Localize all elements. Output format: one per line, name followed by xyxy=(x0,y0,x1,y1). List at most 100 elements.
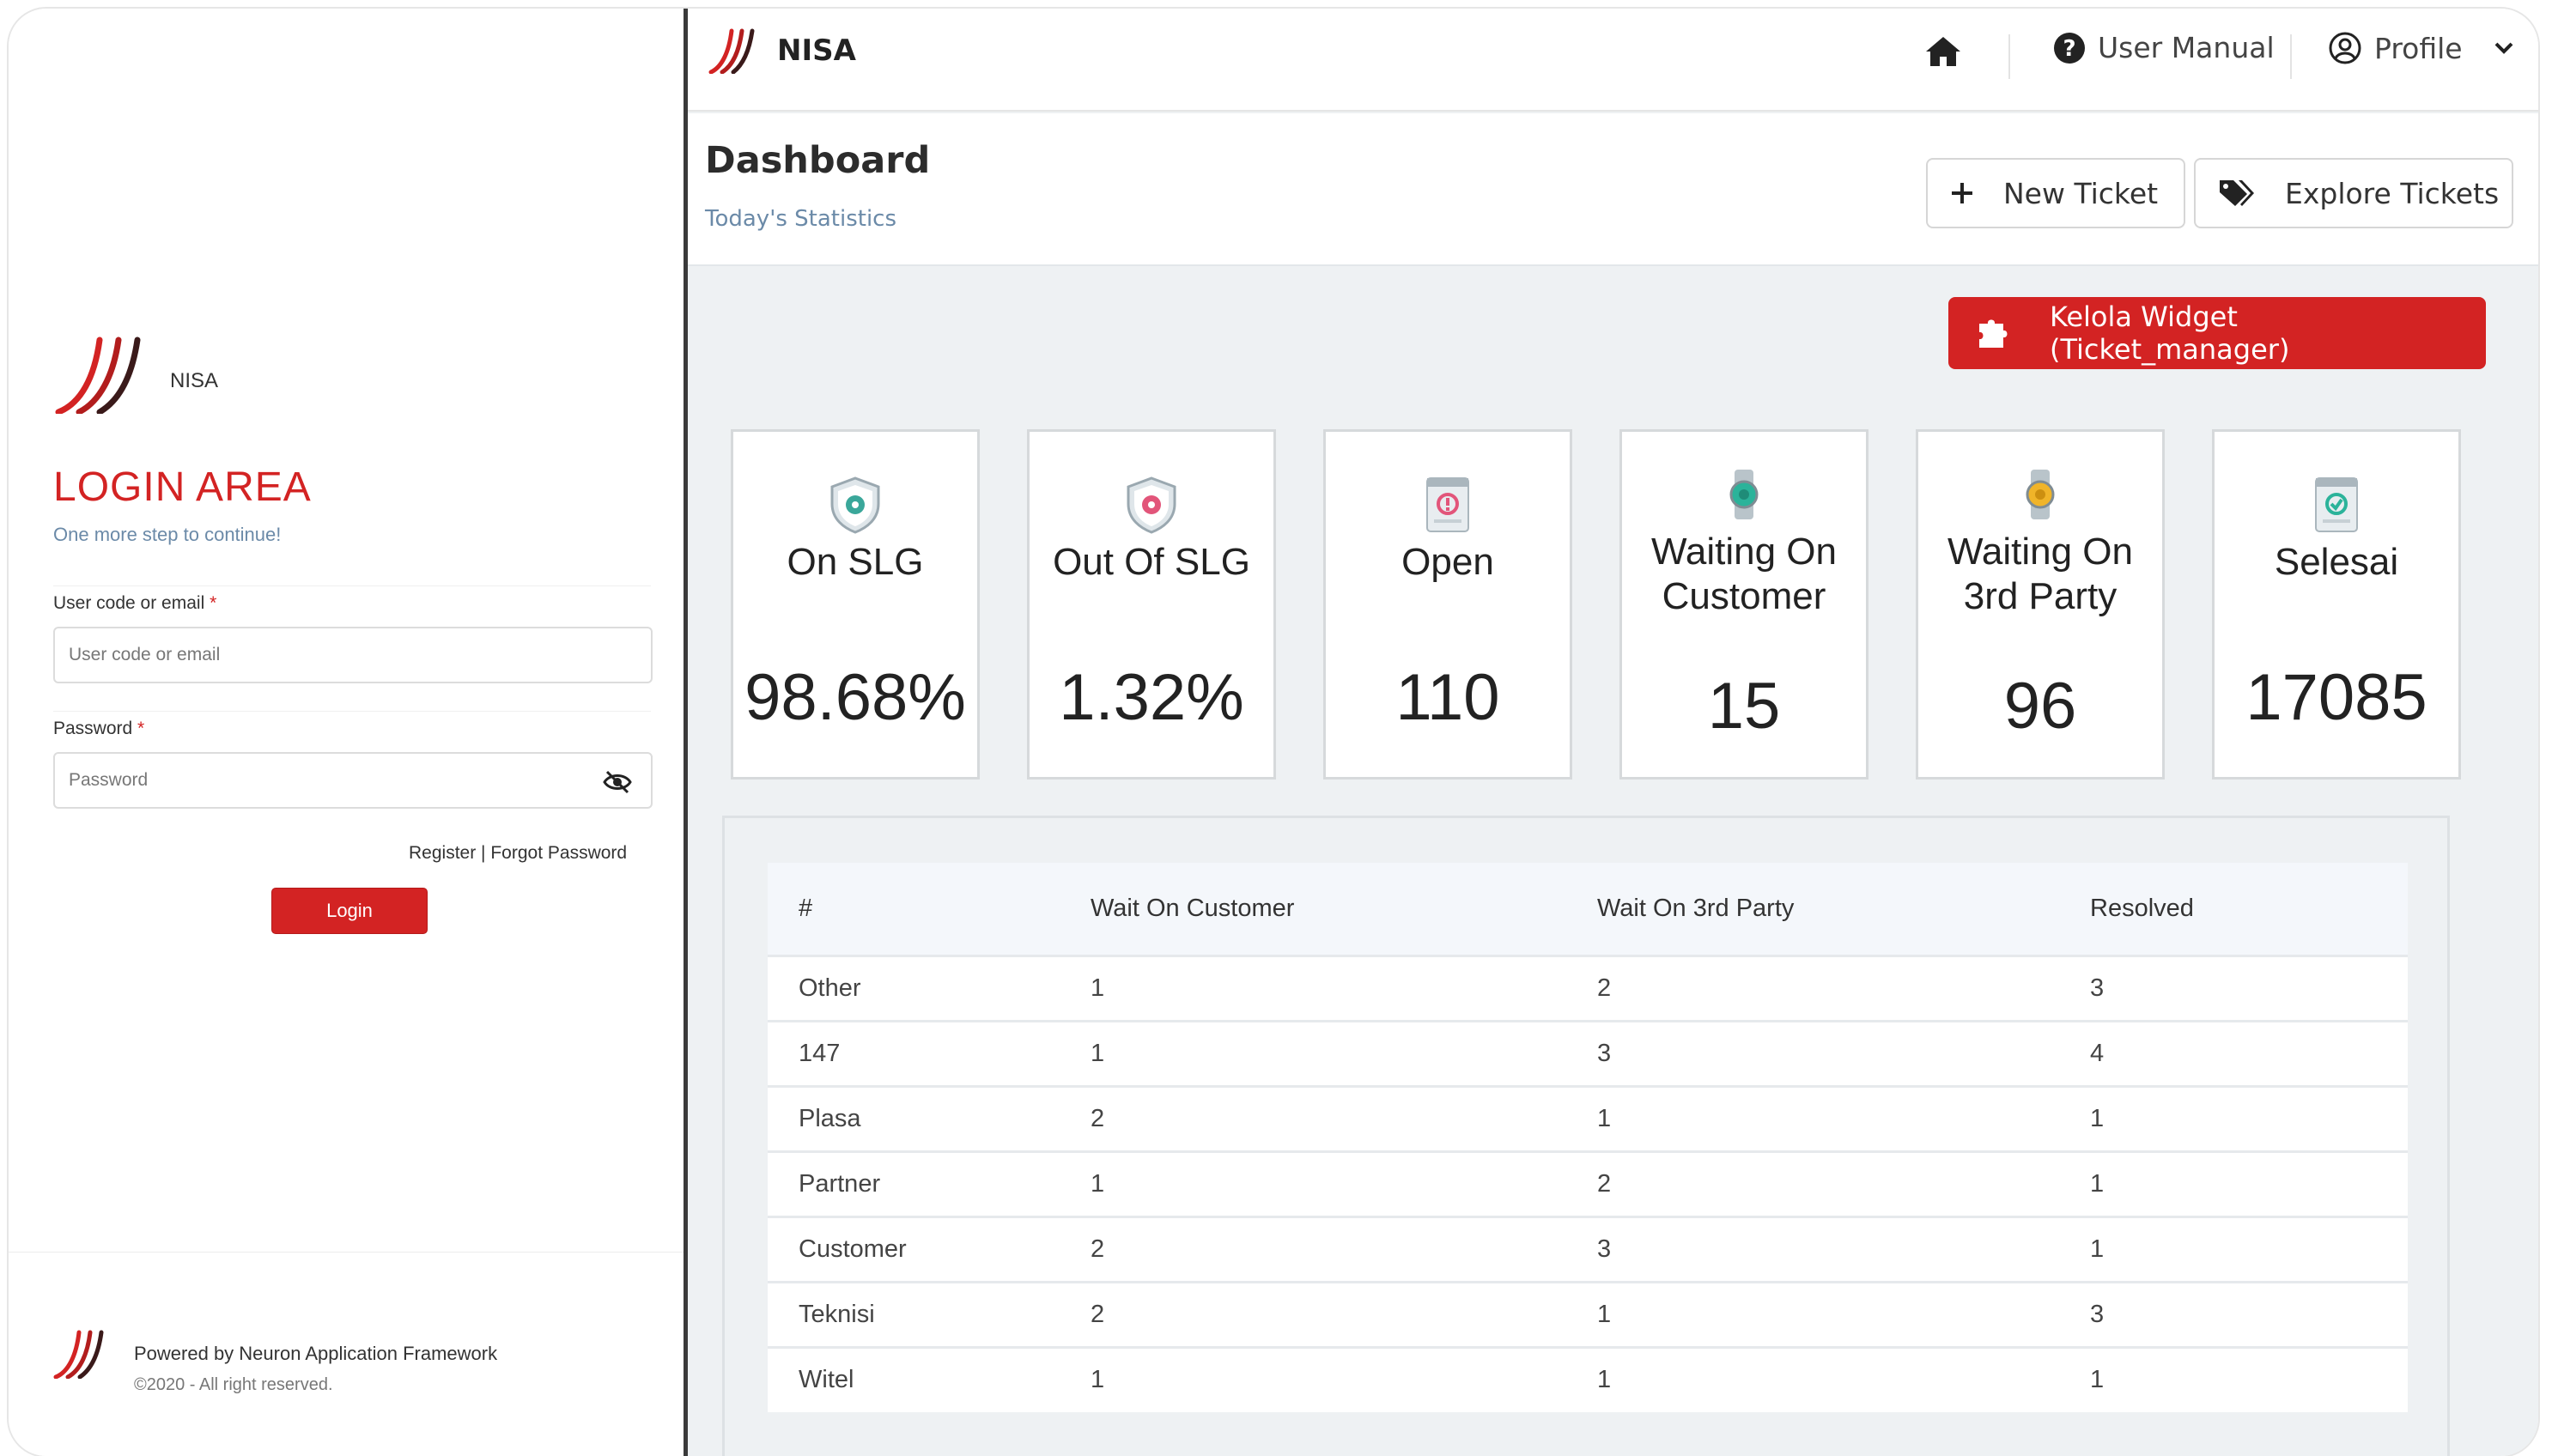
page-header: Dashboard Today's Statistics New Ticket … xyxy=(688,113,2538,266)
eye-slash-icon[interactable] xyxy=(603,769,632,795)
stat-value: 15 xyxy=(1707,670,1781,743)
user-label-text: User code or email xyxy=(53,593,205,613)
stat-label: Open xyxy=(1401,541,1494,583)
user-code-input[interactable] xyxy=(55,628,570,682)
window-frame: NISA LOGIN AREA One more step to continu… xyxy=(7,7,2540,1456)
user-manual-link[interactable]: ? User Manual xyxy=(2053,31,2275,64)
stat-card-out-of-slg[interactable]: Out Of SLG 1.32% xyxy=(1027,429,1276,780)
stat-card-open[interactable]: Open 110 xyxy=(1323,429,1572,780)
stat-value: 17085 xyxy=(2245,661,2427,734)
table-cell: 1 xyxy=(2090,1345,2408,1412)
login-brand: NISA xyxy=(55,335,218,414)
required-mark: * xyxy=(137,719,145,738)
copyright-text: ©2020 - All right reserved. xyxy=(134,1375,333,1394)
table-row[interactable]: Partner 1 2 1 xyxy=(768,1150,2408,1216)
stat-card-waiting-3rd-party[interactable]: Waiting On 3rd Party 96 xyxy=(1916,429,2165,780)
login-button[interactable]: Login xyxy=(271,888,428,934)
required-mark: * xyxy=(210,593,217,613)
table-cell: 1 xyxy=(1597,1280,2090,1347)
question-circle-icon: ? xyxy=(2054,32,2085,64)
home-icon[interactable] xyxy=(1924,34,1962,69)
stat-card-waiting-customer[interactable]: Waiting On Customer 15 xyxy=(1619,429,1868,780)
table-row[interactable]: Plasa 2 1 1 xyxy=(768,1084,2408,1151)
user-manual-label: User Manual xyxy=(2098,31,2275,64)
table-cell: 2 xyxy=(1091,1084,1597,1151)
ticket-alert-icon xyxy=(1426,477,1469,532)
password-field-label: Password * xyxy=(53,711,651,739)
table-cell: 147 xyxy=(768,1019,1091,1086)
stat-label: Waiting On 3rd Party xyxy=(1947,531,2133,617)
table-header-row: # Wait On Customer Wait On 3rd Party Res… xyxy=(768,863,2408,956)
plus-icon xyxy=(1952,183,1972,203)
stat-value: 110 xyxy=(1395,661,1500,734)
powered-by-text: Powered by Neuron Application Framework xyxy=(134,1343,498,1364)
topbar-separator xyxy=(2008,34,2010,79)
table-row[interactable]: Customer 2 3 1 xyxy=(768,1215,2408,1282)
column-header[interactable]: Wait On Customer xyxy=(1091,863,1597,956)
table-cell: Customer xyxy=(768,1215,1091,1282)
column-header[interactable]: # xyxy=(768,863,1091,956)
table-cell: 4 xyxy=(2090,1019,2408,1086)
login-panel: NISA LOGIN AREA One more step to continu… xyxy=(9,9,685,1456)
forgot-password-link[interactable]: Forgot Password xyxy=(490,843,627,863)
table-row[interactable]: Witel 1 1 1 xyxy=(768,1345,2408,1412)
table-cell: 1 xyxy=(1597,1084,2090,1151)
profile-label: Profile xyxy=(2374,31,2463,65)
password-field xyxy=(53,752,653,809)
table-cell: 1 xyxy=(2090,1150,2408,1216)
table-row[interactable]: 147 1 3 4 xyxy=(768,1019,2408,1086)
stat-value: 98.68% xyxy=(744,661,966,734)
table-cell: 1 xyxy=(1091,954,1597,1021)
watch-icon xyxy=(1729,470,1759,519)
nisa-logo-icon xyxy=(55,337,141,414)
table-cell: Other xyxy=(768,954,1091,1021)
column-header[interactable]: Wait On 3rd Party xyxy=(1597,863,2090,956)
table-cell: 1 xyxy=(1091,1150,1597,1216)
table-cell: 2 xyxy=(1091,1215,1597,1282)
user-field xyxy=(53,627,653,683)
link-separator: | xyxy=(481,843,486,863)
stat-card-selesai[interactable]: Selesai 17085 xyxy=(2212,429,2461,780)
page-title: Dashboard xyxy=(705,139,931,182)
table-cell: 1 xyxy=(2090,1084,2408,1151)
topbar-brand-name: NISA xyxy=(777,33,856,68)
explore-tickets-button[interactable]: Explore Tickets xyxy=(2194,158,2513,228)
password-input[interactable] xyxy=(55,754,570,807)
stat-label: Out Of SLG xyxy=(1053,541,1250,583)
password-label-text: Password xyxy=(53,719,133,738)
new-ticket-button[interactable]: New Ticket xyxy=(1926,158,2185,228)
topbar-brand[interactable]: NISA xyxy=(708,27,856,74)
table-row[interactable]: Teknisi 2 1 3 xyxy=(768,1280,2408,1347)
profile-menu[interactable]: Profile xyxy=(2328,31,2514,65)
ticket-check-icon xyxy=(2315,477,2358,532)
table-cell: 1 xyxy=(1091,1345,1597,1412)
dashboard-app: NISA ? User Manual Profile Dashboard Tod… xyxy=(688,9,2538,1456)
topbar-separator xyxy=(2290,34,2292,79)
manage-widget-label: Kelola Widget (Ticket_manager) xyxy=(2049,300,2290,366)
login-brand-name: NISA xyxy=(170,369,219,392)
stat-card-on-slg[interactable]: On SLG 98.68% xyxy=(731,429,980,780)
stat-value: 96 xyxy=(2003,670,2077,743)
table-cell: 2 xyxy=(1597,954,2090,1021)
table-cell: 3 xyxy=(1597,1215,2090,1282)
manage-widget-button[interactable]: Kelola Widget (Ticket_manager) xyxy=(1948,297,2486,369)
login-subtitle: One more step to continue! xyxy=(53,524,282,545)
nisa-logo-icon xyxy=(53,1330,104,1379)
stats-table: # Wait On Customer Wait On 3rd Party Res… xyxy=(768,863,2408,1412)
watch-icon xyxy=(2026,470,2055,519)
table-cell: 1 xyxy=(1091,1019,1597,1086)
column-header[interactable]: Resolved xyxy=(2090,863,2408,956)
user-field-label: User code or email * xyxy=(53,585,651,614)
login-footer-text: Powered by Neuron Application Framework … xyxy=(134,1343,497,1395)
svg-text:?: ? xyxy=(2063,36,2075,62)
tags-icon xyxy=(2220,180,2254,206)
top-bar: NISA ? User Manual Profile xyxy=(688,9,2538,112)
shield-gear-icon xyxy=(1127,476,1176,534)
table-cell: 1 xyxy=(2090,1215,2408,1282)
table-row[interactable]: Other 1 2 3 xyxy=(768,954,2408,1021)
new-ticket-label: New Ticket xyxy=(2003,176,2159,210)
register-link[interactable]: Register xyxy=(409,843,476,863)
table-cell: Teknisi xyxy=(768,1280,1091,1347)
table-cell: 2 xyxy=(1091,1280,1597,1347)
table-cell: Witel xyxy=(768,1345,1091,1412)
